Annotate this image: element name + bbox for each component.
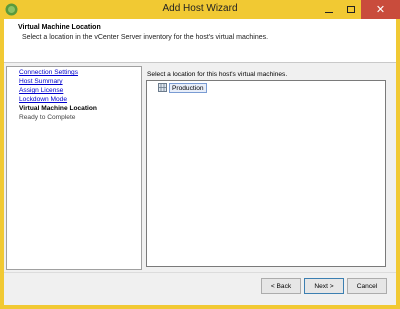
location-prompt: Select a location for this host's virtua…: [147, 71, 288, 78]
tree-item-production[interactable]: Production: [158, 82, 207, 93]
cancel-button[interactable]: Cancel: [347, 278, 387, 294]
title-bar[interactable]: Add Host Wizard ✕: [0, 0, 400, 19]
minimize-icon: [325, 11, 333, 13]
wizard-steps-panel: Connection Settings Host Summary Assign …: [6, 66, 142, 270]
minimize-button[interactable]: [318, 0, 340, 19]
datacenter-icon: [158, 83, 167, 92]
window-frame-bottom: [0, 305, 400, 309]
window-frame-right: [396, 19, 400, 309]
step-virtual-machine-location: Virtual Machine Location: [19, 105, 97, 112]
maximize-button[interactable]: [340, 0, 361, 19]
wizard-header: Virtual Machine Location Select a locati…: [4, 19, 396, 63]
back-button[interactable]: < Back: [261, 278, 301, 294]
close-button[interactable]: ✕: [361, 0, 400, 19]
step-host-summary[interactable]: Host Summary: [19, 78, 63, 86]
step-assign-license[interactable]: Assign License: [19, 87, 63, 95]
footer-divider: [4, 272, 396, 273]
page-title: Virtual Machine Location: [18, 24, 101, 31]
inventory-tree[interactable]: Production: [146, 80, 386, 267]
maximize-icon: [346, 6, 355, 13]
page-description: Select a location in the vCenter Server …: [22, 34, 269, 41]
step-lockdown-mode[interactable]: Lockdown Mode: [19, 96, 67, 104]
step-connection-settings[interactable]: Connection Settings: [19, 69, 78, 77]
next-button[interactable]: Next >: [304, 278, 344, 294]
step-ready-to-complete: Ready to Complete: [19, 114, 76, 121]
close-icon: ✕: [375, 4, 386, 16]
tree-item-label: Production: [169, 82, 207, 93]
